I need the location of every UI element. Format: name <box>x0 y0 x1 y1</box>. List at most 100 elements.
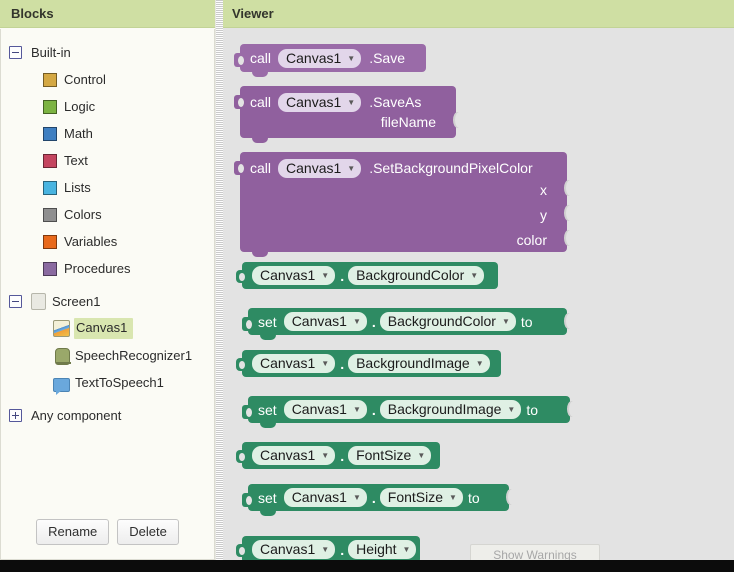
component-dropdown-canvas1[interactable]: Canvas1 ▼ <box>252 540 336 559</box>
blocks-panel: Blocks Built-in Control Logic Math Text … <box>0 0 215 560</box>
color-swatch-icon <box>43 153 57 168</box>
viewer-panel: Viewer Show Warnings call Canvas1 ▼ .Sav… <box>223 0 734 560</box>
delete-button[interactable]: Delete <box>117 519 179 545</box>
arg-x[interactable]: x <box>540 182 559 198</box>
arg-color-socket[interactable] <box>564 230 573 246</box>
minus-square-icon[interactable] <box>9 295 22 308</box>
component-tree: Built-in Control Logic Math Text Lists C… <box>1 29 214 429</box>
arg-x-socket[interactable] <box>564 180 573 196</box>
component-dropdown-value: Canvas1 <box>291 313 347 329</box>
component-dropdown-canvas1[interactable]: Canvas1 ▼ <box>252 446 336 465</box>
component-dropdown-canvas1[interactable]: Canvas1 ▼ <box>278 159 362 178</box>
rename-button[interactable]: Rename <box>36 519 110 545</box>
property-dropdown-backgroundcolor[interactable]: BackgroundColor ▼ <box>379 312 516 331</box>
property-separator: . <box>340 267 345 284</box>
chevron-down-icon: ▼ <box>507 405 516 414</box>
tree-node-builtin-label: Built-in <box>31 44 71 60</box>
component-dropdown-canvas1[interactable]: Canvas1 ▼ <box>252 266 336 285</box>
property-dropdown-value: Height <box>356 541 397 557</box>
property-dropdown-fontsize[interactable]: FontSize ▼ <box>379 488 463 507</box>
arg-y[interactable]: y <box>540 207 559 223</box>
set-keyword-label: set <box>258 401 277 418</box>
tree-node-any-component[interactable]: Any component <box>1 402 214 429</box>
tree-node-builtin[interactable]: Built-in <box>1 39 214 66</box>
plus-square-icon[interactable] <box>9 409 22 422</box>
blocks-workspace[interactable]: Show Warnings call Canvas1 ▼ .Save call … <box>223 30 734 560</box>
to-keyword-label: to <box>467 489 480 506</box>
color-swatch-icon <box>43 261 57 276</box>
property-dropdown-value: FontSize <box>356 447 412 463</box>
component-dropdown-canvas1[interactable]: Canvas1 ▼ <box>283 312 367 331</box>
chevron-down-icon: ▼ <box>449 493 457 502</box>
set-keyword-label: set <box>258 489 277 506</box>
property-dropdown-backgroundcolor[interactable]: BackgroundColor ▼ <box>348 266 485 285</box>
sidebar-item-text[interactable]: Text <box>1 147 214 174</box>
block-get-canvas1-height[interactable]: Canvas1 ▼ . Height ▼ <box>236 536 420 560</box>
property-dropdown-height[interactable]: Height ▼ <box>348 540 417 559</box>
sidebar-item-control-label: Control <box>64 71 106 87</box>
sidebar-item-speechrecognizer1[interactable]: SpeechRecognizer1 <box>1 342 214 369</box>
chevron-down-icon: ▼ <box>352 317 361 326</box>
tree-node-screen1[interactable]: Screen1 <box>1 288 214 315</box>
block-call-canvas1-save[interactable]: call Canvas1 ▼ .Save <box>234 44 426 77</box>
minus-square-icon[interactable] <box>9 46 22 59</box>
block-call-canvas1-setbackgroundpixelcolor[interactable]: call Canvas1 ▼ .SetBackgroundPixelColor … <box>234 152 573 257</box>
chevron-down-icon: ▼ <box>470 271 479 280</box>
chevron-down-icon: ▼ <box>352 405 361 414</box>
property-dropdown-backgroundimage[interactable]: BackgroundImage ▼ <box>348 354 490 373</box>
block-call-canvas1-saveas[interactable]: call Canvas1 ▼ .SaveAs fileName <box>234 86 462 143</box>
component-dropdown-value: Canvas1 <box>291 401 347 417</box>
component-dropdown-value: Canvas1 <box>286 49 342 66</box>
sidebar-item-colors[interactable]: Colors <box>1 201 214 228</box>
component-dropdown-value: Canvas1 <box>286 160 342 176</box>
block-get-canvas1-fontsize[interactable]: Canvas1 ▼ . FontSize ▼ <box>236 442 440 469</box>
sidebar-item-variables-label: Variables <box>64 233 118 249</box>
sidebar-item-speechrecognizer1-label: SpeechRecognizer1 <box>75 347 193 363</box>
component-dropdown-canvas1[interactable]: Canvas1 ▼ <box>278 93 362 112</box>
arg-color[interactable]: color <box>517 232 559 248</box>
chevron-down-icon: ▼ <box>417 451 426 460</box>
sidebar-item-math[interactable]: Math <box>1 120 214 147</box>
arg-filename-socket[interactable] <box>453 112 462 128</box>
component-dropdown-value: Canvas1 <box>260 267 316 283</box>
component-dropdown-canvas1[interactable]: Canvas1 ▼ <box>283 400 367 419</box>
sidebar-item-texttospeech1-label: TextToSpeech1 <box>75 374 164 390</box>
block-set-canvas1-backgroundcolor[interactable]: set Canvas1 ▼ . BackgroundColor ▼ to <box>242 308 573 340</box>
value-socket[interactable] <box>567 401 576 417</box>
property-dropdown-fontsize[interactable]: FontSize ▼ <box>348 446 432 465</box>
sidebar-item-logic[interactable]: Logic <box>1 93 214 120</box>
sidebar-item-canvas1-label: Canvas1 <box>74 318 134 339</box>
chevron-down-icon: ▼ <box>347 164 356 173</box>
call-keyword-label: call <box>250 94 272 110</box>
call-keyword-label: call <box>250 50 272 66</box>
sidebar-item-variables[interactable]: Variables <box>1 228 214 255</box>
property-dropdown-value: BackgroundColor <box>356 267 465 283</box>
color-swatch-icon <box>43 72 57 87</box>
block-set-canvas1-fontsize[interactable]: set Canvas1 ▼ . FontSize ▼ to <box>242 484 515 516</box>
sidebar-item-canvas1[interactable]: Canvas1 <box>1 315 214 342</box>
value-socket[interactable] <box>506 489 515 505</box>
property-dropdown-backgroundimage[interactable]: BackgroundImage ▼ <box>379 400 522 419</box>
color-swatch-icon <box>43 234 57 249</box>
block-get-canvas1-backgroundimage[interactable]: Canvas1 ▼ . BackgroundImage ▼ <box>236 350 501 377</box>
value-socket[interactable] <box>564 313 573 329</box>
set-keyword-label: set <box>258 313 277 330</box>
arg-y-socket[interactable] <box>564 205 573 221</box>
arg-filename[interactable]: fileName <box>381 114 448 130</box>
sidebar-item-lists[interactable]: Lists <box>1 174 214 201</box>
component-dropdown-canvas1[interactable]: Canvas1 ▼ <box>252 354 336 373</box>
component-dropdown-canvas1[interactable]: Canvas1 ▼ <box>283 488 367 507</box>
show-warnings-button[interactable]: Show Warnings <box>470 544 600 560</box>
chevron-down-icon: ▼ <box>402 545 411 554</box>
component-dropdown-canvas1[interactable]: Canvas1 ▼ <box>278 48 362 68</box>
sidebar-item-control[interactable]: Control <box>1 66 214 93</box>
sidebar-item-texttospeech1[interactable]: TextToSpeech1 <box>1 369 214 396</box>
property-separator: . <box>371 401 376 418</box>
microphone-icon <box>53 347 71 365</box>
component-dropdown-value: Canvas1 <box>291 489 347 505</box>
method-name-label: .SaveAs <box>369 94 422 110</box>
block-set-canvas1-backgroundimage[interactable]: set Canvas1 ▼ . BackgroundImage ▼ to <box>242 396 576 428</box>
chevron-down-icon: ▼ <box>321 545 330 554</box>
sidebar-item-procedures[interactable]: Procedures <box>1 255 214 282</box>
block-get-canvas1-backgroundcolor[interactable]: Canvas1 ▼ . BackgroundColor ▼ <box>236 262 498 289</box>
